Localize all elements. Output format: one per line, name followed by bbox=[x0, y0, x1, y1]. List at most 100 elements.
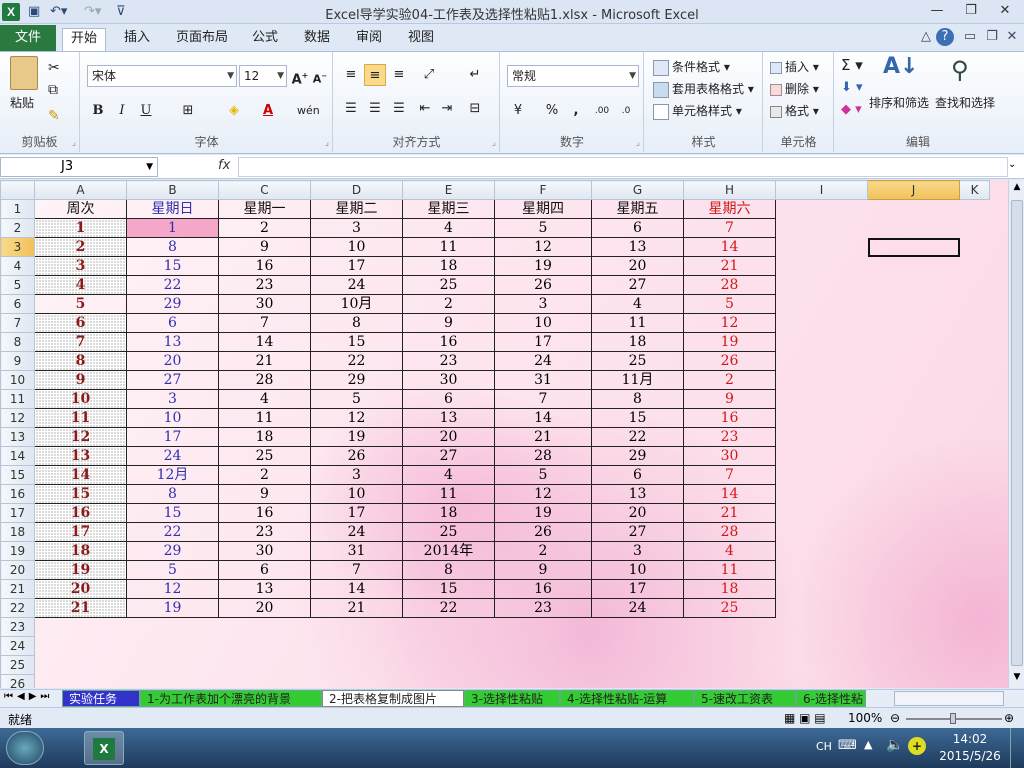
column-header-j[interactable]: J bbox=[867, 180, 960, 200]
row-header[interactable]: 21 bbox=[0, 579, 35, 599]
start-button-icon[interactable] bbox=[6, 731, 44, 765]
table-cell[interactable]: 15 bbox=[310, 332, 403, 352]
row-header[interactable]: 3 bbox=[0, 237, 35, 257]
column-header-d[interactable]: D bbox=[310, 180, 403, 200]
number-format-select[interactable]: 常规 ▼ bbox=[507, 65, 639, 87]
decrease-indent-icon[interactable]: ⇤ bbox=[414, 98, 436, 120]
table-cell[interactable]: 20 bbox=[34, 579, 127, 599]
table-cell[interactable]: 30 bbox=[683, 446, 776, 466]
empty-cell[interactable] bbox=[960, 219, 990, 238]
empty-cell[interactable] bbox=[960, 656, 990, 675]
sheet-tab[interactable]: 4-选择性粘贴-运算 bbox=[560, 690, 694, 707]
increase-decimal-icon[interactable]: .00 bbox=[591, 100, 613, 122]
row-header[interactable]: 12 bbox=[0, 408, 35, 428]
table-cell[interactable]: 30 bbox=[402, 370, 495, 390]
header-cell[interactable]: 星期三 bbox=[402, 199, 495, 219]
table-cell[interactable]: 2 bbox=[402, 294, 495, 314]
empty-cell[interactable] bbox=[868, 333, 960, 352]
empty-cell[interactable] bbox=[868, 314, 960, 333]
copy-icon[interactable]: ⧉ bbox=[48, 82, 58, 98]
table-cell[interactable]: 17 bbox=[494, 332, 592, 352]
empty-cell[interactable] bbox=[868, 352, 960, 371]
table-cell[interactable]: 24 bbox=[126, 446, 219, 466]
table-cell[interactable]: 1 bbox=[34, 218, 127, 238]
table-cell[interactable]: 14 bbox=[310, 579, 403, 599]
table-cell[interactable]: 28 bbox=[683, 275, 776, 295]
empty-cell[interactable] bbox=[684, 675, 776, 689]
format-as-table-button[interactable]: 套用表格格式 ▾ bbox=[653, 80, 754, 98]
empty-cell[interactable] bbox=[495, 618, 592, 637]
table-cell[interactable]: 20 bbox=[126, 351, 219, 371]
table-cell[interactable]: 17 bbox=[34, 522, 127, 542]
empty-cell[interactable] bbox=[960, 295, 990, 314]
empty-cell[interactable] bbox=[35, 618, 127, 637]
conditional-format-button[interactable]: 条件格式 ▾ bbox=[653, 58, 730, 76]
orientation-icon[interactable]: ⤢ bbox=[418, 64, 440, 86]
align-bottom-icon[interactable]: ≡ bbox=[388, 64, 410, 86]
table-cell[interactable]: 12 bbox=[494, 237, 592, 257]
header-cell[interactable]: 星期一 bbox=[218, 199, 311, 219]
empty-cell[interactable] bbox=[776, 238, 868, 257]
empty-cell[interactable] bbox=[776, 200, 868, 219]
table-cell[interactable]: 2 bbox=[218, 465, 311, 485]
empty-cell[interactable] bbox=[776, 637, 868, 656]
empty-cell[interactable] bbox=[776, 428, 868, 447]
empty-cell[interactable] bbox=[960, 314, 990, 333]
fill-color-icon[interactable]: ◈ bbox=[223, 100, 245, 122]
empty-cell[interactable] bbox=[35, 637, 127, 656]
empty-cell[interactable] bbox=[960, 409, 990, 428]
table-cell[interactable]: 26 bbox=[494, 275, 592, 295]
empty-cell[interactable] bbox=[776, 675, 868, 689]
sheet-tab[interactable]: 6-选择性粘 bbox=[796, 690, 866, 707]
formula-input[interactable] bbox=[238, 157, 1008, 177]
active-cell[interactable] bbox=[867, 237, 960, 257]
row-header[interactable]: 8 bbox=[0, 332, 35, 352]
header-cell[interactable]: 周次 bbox=[34, 199, 127, 219]
empty-cell[interactable] bbox=[776, 580, 868, 599]
empty-cell[interactable] bbox=[868, 542, 960, 561]
table-cell[interactable]: 9 bbox=[218, 237, 311, 257]
table-cell[interactable]: 9 bbox=[402, 313, 495, 333]
sheet-tab[interactable]: 实验任务 bbox=[62, 690, 140, 707]
scroll-down-icon[interactable]: ▼ bbox=[1010, 672, 1024, 686]
table-cell[interactable]: 5 bbox=[683, 294, 776, 314]
empty-cell[interactable] bbox=[868, 200, 960, 219]
column-header-h[interactable]: H bbox=[683, 180, 776, 200]
show-desktop-button[interactable] bbox=[1010, 728, 1024, 768]
table-cell[interactable]: 5 bbox=[126, 560, 219, 580]
table-cell[interactable]: 21 bbox=[683, 503, 776, 523]
table-cell[interactable]: 10 bbox=[591, 560, 684, 580]
empty-cell[interactable] bbox=[403, 656, 495, 675]
border-icon[interactable]: ⊞ bbox=[177, 100, 199, 122]
header-cell[interactable]: 星期日 bbox=[126, 199, 219, 219]
close-button[interactable]: ✕ bbox=[990, 1, 1020, 21]
table-cell[interactable]: 29 bbox=[310, 370, 403, 390]
table-cell[interactable]: 3 bbox=[310, 465, 403, 485]
worksheet-grid[interactable]: ABCDEFGHIJK 1 周次 星期日 星期一 星期二 星期三 星期四 星期五 星期六 2 1 1 2… bbox=[0, 180, 1008, 688]
horizontal-scrollbar[interactable] bbox=[894, 691, 1004, 706]
empty-cell[interactable] bbox=[868, 561, 960, 580]
format-cells-button[interactable]: 格式 ▾ bbox=[770, 102, 819, 119]
table-cell[interactable]: 6 bbox=[34, 313, 127, 333]
currency-icon[interactable]: ¥ bbox=[507, 100, 529, 122]
empty-cell[interactable] bbox=[495, 656, 592, 675]
empty-cell[interactable] bbox=[776, 409, 868, 428]
table-cell[interactable]: 21 bbox=[34, 598, 127, 618]
restore-button[interactable]: ❐ bbox=[956, 1, 986, 21]
row-header[interactable]: 19 bbox=[0, 541, 35, 561]
empty-cell[interactable] bbox=[868, 428, 960, 447]
align-left-icon[interactable]: ☰ bbox=[340, 98, 362, 120]
table-cell[interactable]: 29 bbox=[591, 446, 684, 466]
column-header-a[interactable]: A bbox=[34, 180, 127, 200]
table-cell[interactable]: 5 bbox=[494, 218, 592, 238]
paste-button[interactable]: 粘贴 bbox=[10, 94, 34, 111]
keyboard-icon[interactable]: ⌨ bbox=[838, 738, 857, 753]
empty-cell[interactable] bbox=[311, 637, 403, 656]
empty-cell[interactable] bbox=[960, 200, 990, 219]
header-cell[interactable]: 星期四 bbox=[494, 199, 592, 219]
table-cell[interactable]: 25 bbox=[683, 598, 776, 618]
empty-cell[interactable] bbox=[776, 656, 868, 675]
column-header-e[interactable]: E bbox=[402, 180, 495, 200]
taskbar-excel-icon[interactable]: X bbox=[84, 731, 124, 765]
paste-icon[interactable] bbox=[10, 56, 38, 90]
